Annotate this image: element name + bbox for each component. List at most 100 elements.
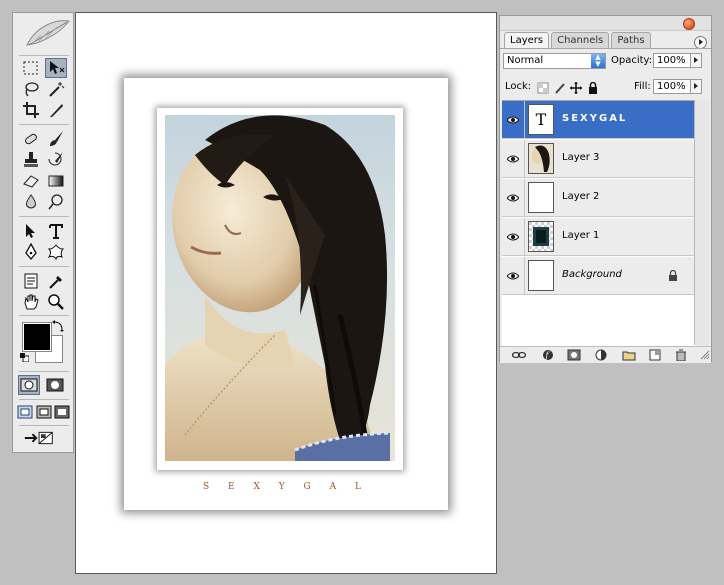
lasso-tool[interactable] — [20, 79, 42, 99]
jump-to-imageready-button[interactable] — [20, 428, 60, 448]
eye-icon — [507, 233, 519, 240]
visibility-toggle[interactable] — [502, 218, 525, 255]
toolbox-divider — [19, 266, 69, 267]
layers-list: T SEXYGAL Layer 3 Layer 2 Layer 1 Backgr… — [502, 100, 696, 346]
move-tool[interactable] — [45, 58, 67, 78]
new-layer-icon[interactable] — [648, 349, 662, 361]
marquee-tool[interactable] — [20, 58, 42, 78]
eraser-tool-icon — [23, 175, 39, 188]
eyedropper-tool[interactable] — [45, 271, 67, 291]
lock-all-icon[interactable] — [587, 82, 599, 94]
layer-row-sexygal[interactable]: T SEXYGAL — [502, 101, 696, 139]
layer-row-layer-3[interactable]: Layer 3 — [502, 140, 696, 178]
clone-stamp-tool[interactable] — [20, 150, 42, 170]
shadow-frame-thumbnail — [529, 222, 553, 251]
visibility-toggle[interactable] — [502, 179, 525, 216]
notes-tool[interactable] — [20, 271, 42, 291]
foreground-color-swatch[interactable] — [22, 322, 52, 352]
swap-colors-icon[interactable] — [51, 319, 65, 333]
lock-image-pixels-icon[interactable] — [554, 82, 566, 94]
close-panel-icon[interactable] — [683, 18, 695, 30]
visibility-toggle[interactable] — [502, 140, 525, 177]
tab-channels[interactable]: Channels — [551, 32, 610, 48]
quick-mask-mode-icon — [46, 378, 64, 392]
eye-icon — [507, 272, 519, 279]
quick-mask-mode-button[interactable] — [44, 375, 66, 395]
panel-title-bar[interactable] — [500, 16, 711, 31]
toolbox-divider — [19, 371, 69, 372]
standard-screen-mode-button[interactable] — [16, 402, 34, 422]
tab-paths[interactable]: Paths — [611, 32, 651, 48]
path-selection-tool[interactable] — [20, 221, 42, 241]
layers-panel: Layers Channels Paths Normal ▲ ▼ Opacity:… — [499, 15, 712, 363]
default-colors-icon[interactable] — [20, 353, 29, 362]
opacity-field[interactable]: 100% — [653, 53, 691, 68]
eye-icon — [507, 155, 519, 162]
zoom-tool[interactable] — [45, 292, 67, 312]
layer-row-layer-2[interactable]: Layer 2 — [502, 179, 696, 217]
tab-divider — [500, 48, 711, 49]
delete-layer-icon[interactable] — [674, 349, 688, 361]
fill-field[interactable]: 100% — [653, 79, 691, 94]
jump-to-imageready-icon — [24, 431, 53, 445]
feather-logo-icon[interactable] — [23, 15, 73, 53]
lock-transparent-pixels-icon[interactable] — [537, 82, 549, 94]
history-brush-tool[interactable] — [45, 150, 67, 170]
resize-grip-icon[interactable] — [700, 350, 710, 360]
gradient-tool[interactable] — [45, 171, 67, 191]
full-screen-menu-mode-button[interactable] — [35, 402, 53, 422]
slice-tool[interactable] — [45, 100, 67, 120]
adjustment-layer-icon[interactable] — [595, 349, 609, 361]
dodge-tool[interactable] — [45, 192, 67, 212]
gradient-tool-icon — [48, 175, 64, 187]
new-group-icon[interactable] — [622, 349, 636, 361]
blur-tool-icon — [26, 194, 36, 209]
layers-scrollbar[interactable] — [694, 100, 709, 345]
eraser-tool[interactable] — [20, 171, 42, 191]
layer-row-layer-1[interactable]: Layer 1 — [502, 218, 696, 256]
brush-tool-icon — [50, 131, 63, 146]
brush-tool[interactable] — [45, 129, 67, 149]
shape-tool[interactable] — [45, 242, 67, 262]
slice-tool-icon — [50, 104, 63, 117]
lasso-tool-icon — [25, 82, 39, 97]
standard-screen-mode-icon — [17, 405, 33, 419]
layers-panel-footer: f — [500, 346, 711, 363]
history-brush-tool-icon — [48, 152, 63, 166]
full-screen-mode-button[interactable] — [53, 402, 71, 422]
portrait-photo — [165, 115, 395, 461]
pen-tool[interactable] — [20, 242, 42, 262]
layer-name: SEXYGAL — [562, 113, 628, 124]
blur-tool[interactable] — [20, 192, 42, 212]
lock-label: Lock: — [505, 81, 532, 92]
crop-tool[interactable] — [20, 100, 42, 120]
hand-tool[interactable] — [20, 292, 42, 312]
visibility-toggle[interactable] — [502, 101, 525, 138]
lock-position-icon[interactable] — [570, 82, 582, 94]
tab-layers[interactable]: Layers — [504, 32, 550, 48]
portrait-thumbnail — [529, 144, 553, 173]
layer-style-icon[interactable]: f — [542, 349, 556, 361]
document-canvas[interactable]: S E X Y G A L — [75, 12, 497, 574]
toolbox-divider — [19, 55, 69, 56]
link-layers-icon[interactable] — [512, 349, 526, 361]
layer-thumbnail — [528, 143, 554, 174]
type-tool[interactable] — [45, 221, 67, 241]
opacity-slider-button[interactable] — [690, 53, 702, 68]
standard-mode-button[interactable] — [18, 375, 40, 395]
visibility-toggle[interactable] — [502, 257, 525, 294]
eye-icon — [507, 116, 519, 123]
magic-wand-tool[interactable] — [45, 79, 67, 99]
healing-brush-tool[interactable] — [20, 129, 42, 149]
blend-mode-select[interactable]: Normal ▲ ▼ — [503, 53, 606, 69]
layer-thumbnail — [528, 182, 554, 213]
layer-mask-icon[interactable] — [567, 349, 581, 361]
fill-slider-button[interactable] — [690, 79, 702, 94]
toolbox-divider — [19, 124, 69, 125]
layer-row-background[interactable]: Background — [502, 257, 696, 295]
healing-brush-tool-icon — [25, 133, 37, 145]
move-tool-icon — [50, 61, 65, 74]
layer-name: Layer 2 — [562, 191, 600, 202]
magic-wand-tool-icon — [49, 82, 65, 97]
layer-thumbnail: T — [528, 104, 554, 135]
